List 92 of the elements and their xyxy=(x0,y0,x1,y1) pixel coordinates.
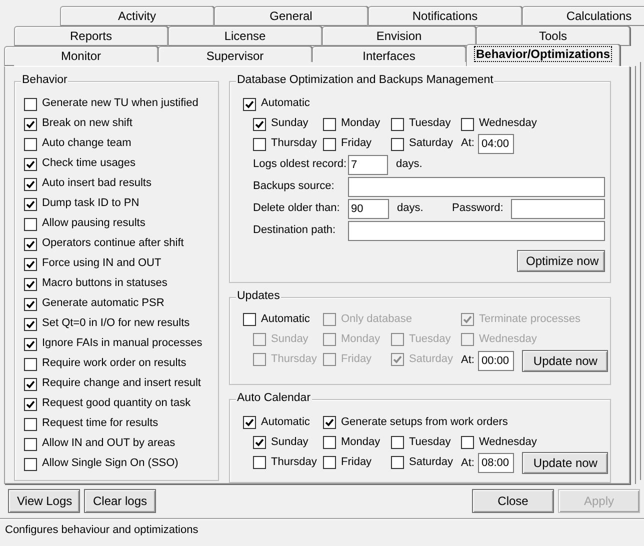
checkbox[interactable]: Sunday xyxy=(253,114,323,134)
group-title: Updates xyxy=(236,290,281,304)
checkbox[interactable]: Operators continue after shift xyxy=(24,234,218,254)
checkbox[interactable]: Request time for results xyxy=(24,414,218,434)
checkbox[interactable]: Generate automatic PSR xyxy=(24,294,218,314)
checkbox[interactable]: Check time usages xyxy=(24,154,218,174)
tab[interactable]: General xyxy=(214,6,368,26)
checkbox[interactable]: Friday xyxy=(323,452,391,472)
checkbox[interactable]: Dump task ID to PN xyxy=(24,194,218,214)
checkbox[interactable]: Ignore FAIs in manual processes xyxy=(24,334,218,354)
field-label: At: xyxy=(461,137,474,151)
checkbox[interactable]: Thursday xyxy=(253,134,323,154)
tab[interactable]: License xyxy=(168,26,322,46)
field-label: At: xyxy=(461,354,474,368)
update-button[interactable]: Update now xyxy=(522,452,608,474)
check-icon xyxy=(26,120,35,128)
field-label: Logs oldest record: xyxy=(253,158,348,172)
checkbox[interactable]: Break on new shift xyxy=(24,114,218,134)
check-icon xyxy=(26,200,35,208)
checkbox[interactable]: Auto change team xyxy=(24,134,218,154)
tab[interactable]: Calculations xyxy=(522,6,644,26)
update-button[interactable]: Update now xyxy=(522,350,608,372)
check-icon xyxy=(26,240,35,248)
check-icon xyxy=(26,400,35,408)
check-icon xyxy=(26,180,35,188)
check-icon xyxy=(26,340,35,348)
checkbox[interactable]: Wednesday xyxy=(461,114,610,134)
checkbox[interactable]: Monday xyxy=(323,432,391,452)
unit-label: days. xyxy=(395,158,424,172)
check-icon xyxy=(26,160,35,168)
check-icon xyxy=(26,380,35,388)
tab[interactable]: Notifications xyxy=(368,6,522,26)
checkbox[interactable]: Require change and insert result xyxy=(24,374,218,394)
time-field[interactable]: 00:00 xyxy=(478,350,514,371)
checkbox[interactable]: Wednesday xyxy=(461,432,610,452)
tab[interactable]: Tools xyxy=(476,26,630,46)
check-icon xyxy=(393,355,402,364)
checkbox[interactable]: Allow pausing results xyxy=(24,214,218,234)
tab[interactable]: Behavior/Optimizations xyxy=(466,44,620,66)
check-icon xyxy=(26,320,35,328)
checkbox[interactable]: Saturday xyxy=(391,134,461,154)
checkbox[interactable]: Tuesday xyxy=(391,114,461,134)
checkbox[interactable]: Thursday xyxy=(253,452,323,472)
group-title: Database Optimization and Backups Management xyxy=(236,74,494,88)
field-label: At: xyxy=(461,456,474,470)
checkbox[interactable]: Tuesday xyxy=(391,432,461,452)
checkbox[interactable]: Automatic xyxy=(243,94,310,114)
field-label: Delete older than: xyxy=(253,202,341,216)
checkbox[interactable]: Macro buttons in statuses xyxy=(24,274,218,294)
optimize-button[interactable]: Optimize now xyxy=(517,250,605,272)
footer-button[interactable]: Close xyxy=(472,489,554,513)
input-field[interactable] xyxy=(348,177,605,197)
check-icon xyxy=(325,418,334,427)
check-icon xyxy=(26,300,35,308)
checkbox[interactable]: Allow Single Sign On (SSO) xyxy=(24,454,218,474)
check-icon xyxy=(255,120,264,128)
checkbox[interactable]: Friday xyxy=(323,134,391,154)
input-field[interactable] xyxy=(348,221,605,241)
unit-label: days. xyxy=(396,202,424,216)
input-field[interactable] xyxy=(511,199,605,219)
status-text: Configures behaviour and optimizations xyxy=(5,524,198,536)
field-label: Backups source: xyxy=(253,180,336,194)
check-icon xyxy=(245,100,254,108)
checkbox[interactable]: Automatic xyxy=(243,412,323,432)
input-field[interactable]: 90 xyxy=(348,199,389,219)
input-field[interactable]: 7 xyxy=(348,155,388,175)
check-icon xyxy=(245,418,254,427)
check-icon xyxy=(255,438,264,447)
tab[interactable]: Activity xyxy=(60,6,214,26)
field-label: Destination path: xyxy=(253,224,337,238)
checkbox[interactable]: Generate new TU when justified xyxy=(24,94,218,114)
checkbox[interactable]: Automatic xyxy=(243,310,323,330)
check-icon xyxy=(26,280,35,288)
time-field[interactable]: 04:00 xyxy=(478,134,514,154)
footer-button[interactable]: View Logs xyxy=(8,489,80,513)
checkbox[interactable]: Saturday xyxy=(391,452,461,472)
checkbox[interactable]: Generate setups from work orders xyxy=(323,412,508,432)
check-icon xyxy=(26,260,35,268)
checkbox[interactable]: Monday xyxy=(323,114,391,134)
checkbox[interactable]: Auto insert bad results xyxy=(24,174,218,194)
checkbox[interactable]: Request good quantity on task xyxy=(24,394,218,414)
footer-button[interactable]: Clear logs xyxy=(84,489,156,513)
checkbox[interactable]: Allow IN and OUT by areas xyxy=(24,434,218,454)
checkbox[interactable]: Force using IN and OUT xyxy=(24,254,218,274)
checkbox[interactable]: Sunday xyxy=(253,432,323,452)
checkbox[interactable]: Set Qt=0 in I/O for new results xyxy=(24,314,218,334)
tab[interactable]: Envision xyxy=(322,26,476,46)
field-label: Password: xyxy=(452,202,504,216)
checkbox[interactable]: Require work order on results xyxy=(24,354,218,374)
time-field[interactable]: 08:00 xyxy=(478,453,514,474)
check-icon xyxy=(463,315,472,324)
tab[interactable]: Reports xyxy=(14,26,168,46)
